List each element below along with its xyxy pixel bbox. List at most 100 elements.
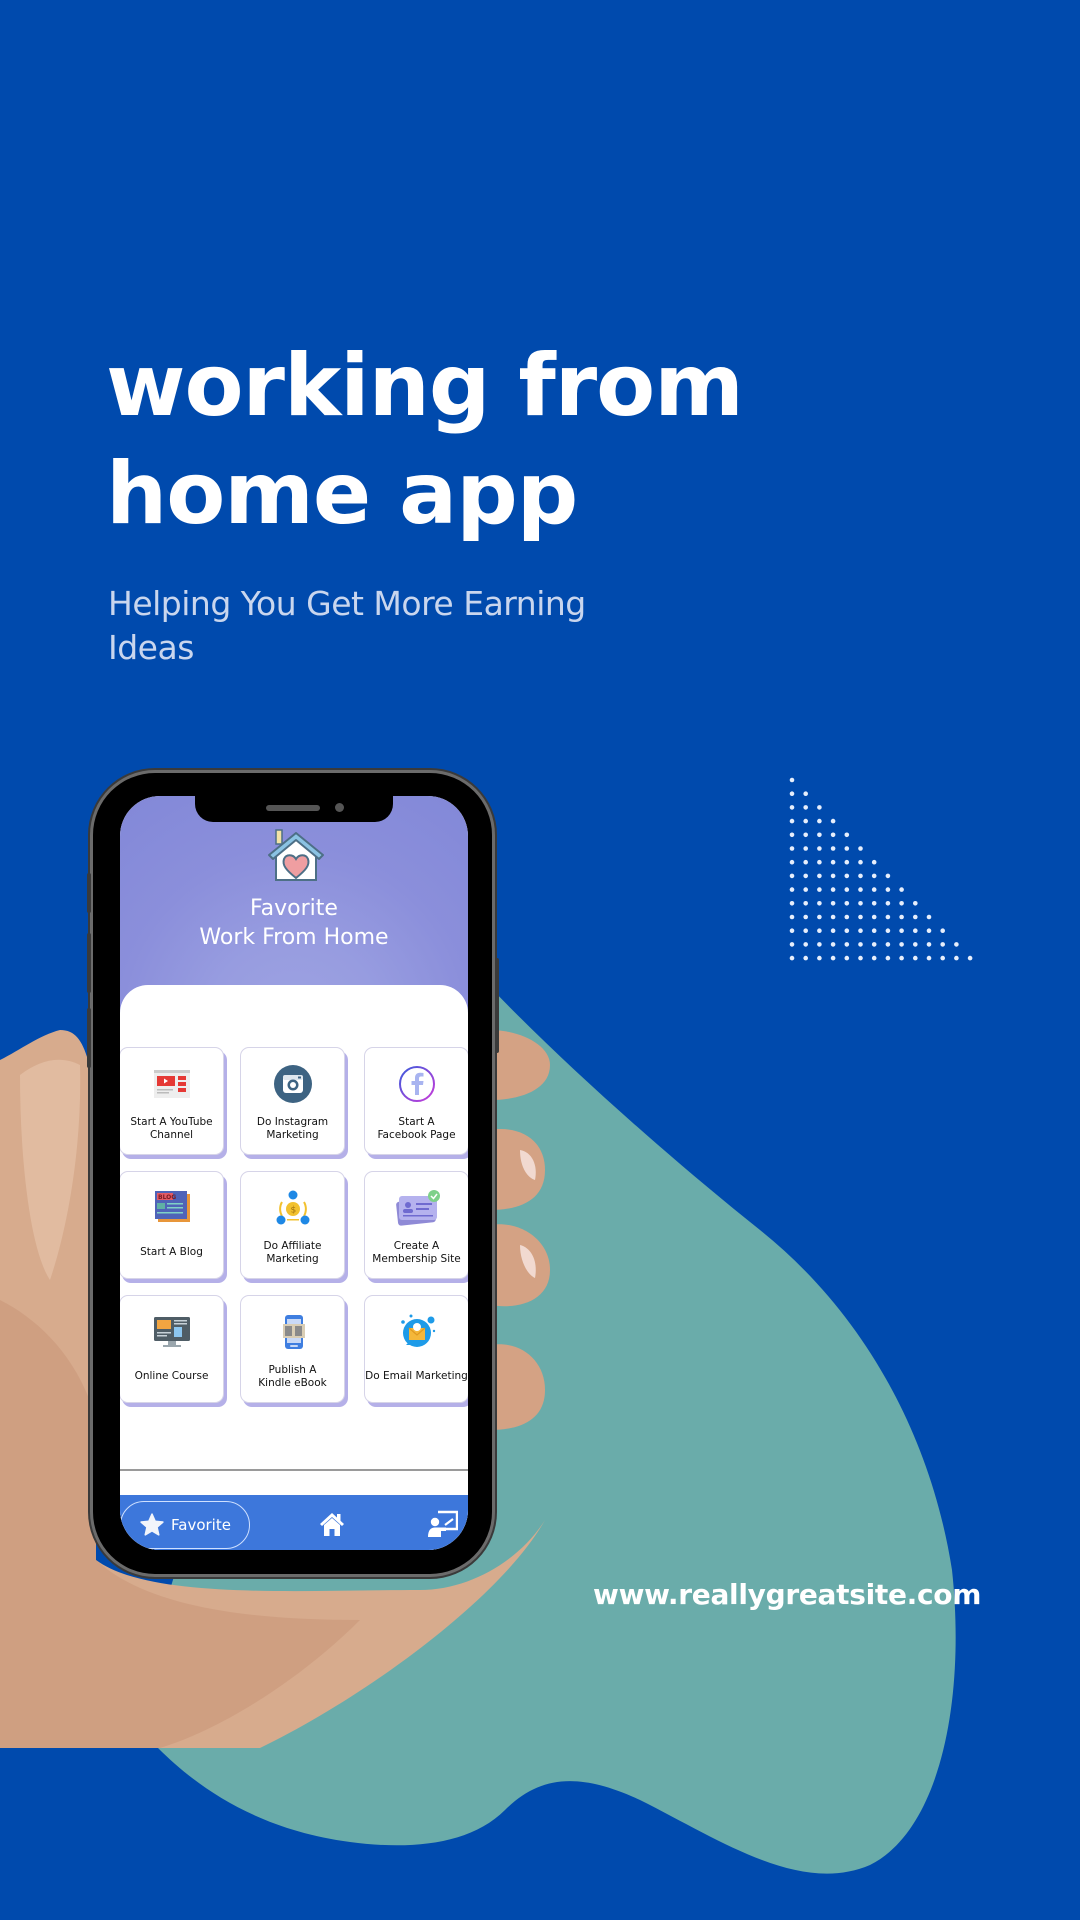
decoration-dot [940,955,945,961]
headline-line-1: working from [106,336,744,436]
website-url[interactable]: www.reallygreatsite.com [593,1578,981,1611]
decoration-dot [844,955,850,961]
card-label: Online Course [134,1370,209,1382]
decoration-dot [803,818,808,824]
decoration-dot [803,791,808,796]
decoration-dot [844,901,850,906]
decoration-dot [885,873,891,879]
decoration-dot [817,805,822,810]
decoration-dot [913,928,918,933]
decoration-dot [830,901,836,906]
headline-line-2: home app [106,444,578,544]
card-facebook-page[interactable]: Start A Facebook Page [364,1047,468,1155]
decoration-dot [803,846,808,851]
decoration-dot [817,955,822,961]
nav-favorite-button[interactable]: Favorite [120,1501,250,1549]
decoration-dot [885,914,891,920]
facebook-icon [398,1066,435,1102]
decoration-dot [803,955,808,961]
phone-power-button [495,958,499,1053]
house-heart-icon [268,829,324,881]
decoration-dot [830,914,836,920]
decoration-dot [830,955,836,961]
decoration-dot [858,901,863,906]
online-course-icon [153,1317,190,1347]
decoration-dot [940,942,945,947]
card-kindle-ebook[interactable]: Publish A Kindle eBook [240,1295,345,1403]
decoration-dot [844,873,850,879]
subtitle-line-2: Ideas [108,628,194,667]
affiliate-icon: $ [276,1190,309,1225]
decoration-dot [844,832,850,838]
app-title-line-1: Favorite [250,896,338,921]
decoration-dot [789,777,795,783]
decoration-dot [817,818,822,824]
phone-volume-up-button [87,933,91,993]
decoration-dot [844,887,850,892]
decoration-dot [858,942,863,947]
decoration-dot [844,914,850,920]
decoration-dot [885,955,891,961]
speaker-grille [266,805,320,811]
decoration-dot [858,955,863,961]
decoration-dot [899,955,904,961]
home-icon[interactable] [318,1511,346,1537]
app-title-line-2: Work From Home [199,925,389,950]
decoration-dot [789,818,795,824]
decoration-dot [803,901,808,906]
decoration-dot [817,887,822,892]
star-icon [140,1513,164,1536]
card-label: Do Email Marketing [365,1370,468,1382]
decoration-dot [858,914,863,920]
app-title: Favorite Work From Home [120,894,468,952]
decoration-dot [926,928,932,933]
decoration-dot [830,846,836,851]
decoration-dot [899,928,904,933]
bottom-navigation: Favorite [120,1495,468,1550]
instagram-icon [273,1065,312,1103]
decoration-dot [871,887,877,892]
decoration-dot [885,887,891,892]
decoration-dot [858,873,863,879]
card-membership-site[interactable]: Create A Membership Site [364,1171,468,1279]
decoration-dot [858,928,863,933]
decoration-dot [803,805,808,810]
decoration-dot [803,942,808,947]
card-affiliate-marketing[interactable]: $ Do Affiliate Marketing [240,1171,345,1279]
card-instagram-marketing[interactable]: Do Instagram Marketing [240,1047,345,1155]
decoration-dot [803,914,808,920]
content-divider [120,1469,468,1471]
decoration-dot [803,928,808,933]
card-youtube-channel[interactable]: Start A YouTube Channel [120,1047,224,1155]
decoration-dot [817,901,822,906]
subtitle: Helping You Get More Earning Ideas [108,582,668,670]
decoration-dot [817,846,822,851]
decoration-dot [858,859,863,865]
decoration-dot [871,859,877,865]
decoration-dot [858,846,863,851]
card-online-course[interactable]: Online Course [120,1295,224,1403]
card-email-marketing[interactable]: Do Email Marketing [364,1295,468,1403]
decoration-dot [940,928,945,933]
decoration-dot [789,791,795,796]
blog-icon: BLOG [154,1191,190,1222]
card-start-blog[interactable]: BLOG Start A Blog [120,1171,224,1279]
decoration-dot [858,887,863,892]
decoration-dot [789,887,795,892]
ebook-icon [282,1315,305,1349]
teacher-board-icon[interactable] [428,1510,458,1538]
phone-side-button [87,873,91,913]
decoration-dot [885,901,891,906]
decoration-dot [913,955,918,961]
svg-text:$: $ [290,1206,296,1216]
subtitle-line-1: Helping You Get More Earning [108,584,586,623]
card-label: Start A Blog [140,1246,203,1258]
decoration-dot [817,942,822,947]
card-label: Create A Membership Site [372,1240,461,1265]
decoration-dot [871,955,877,961]
decoration-dot [899,942,904,947]
decoration-dot [830,928,836,933]
decoration-dot [844,859,850,865]
decoration-dot [871,914,877,920]
decoration-dot [885,942,891,947]
